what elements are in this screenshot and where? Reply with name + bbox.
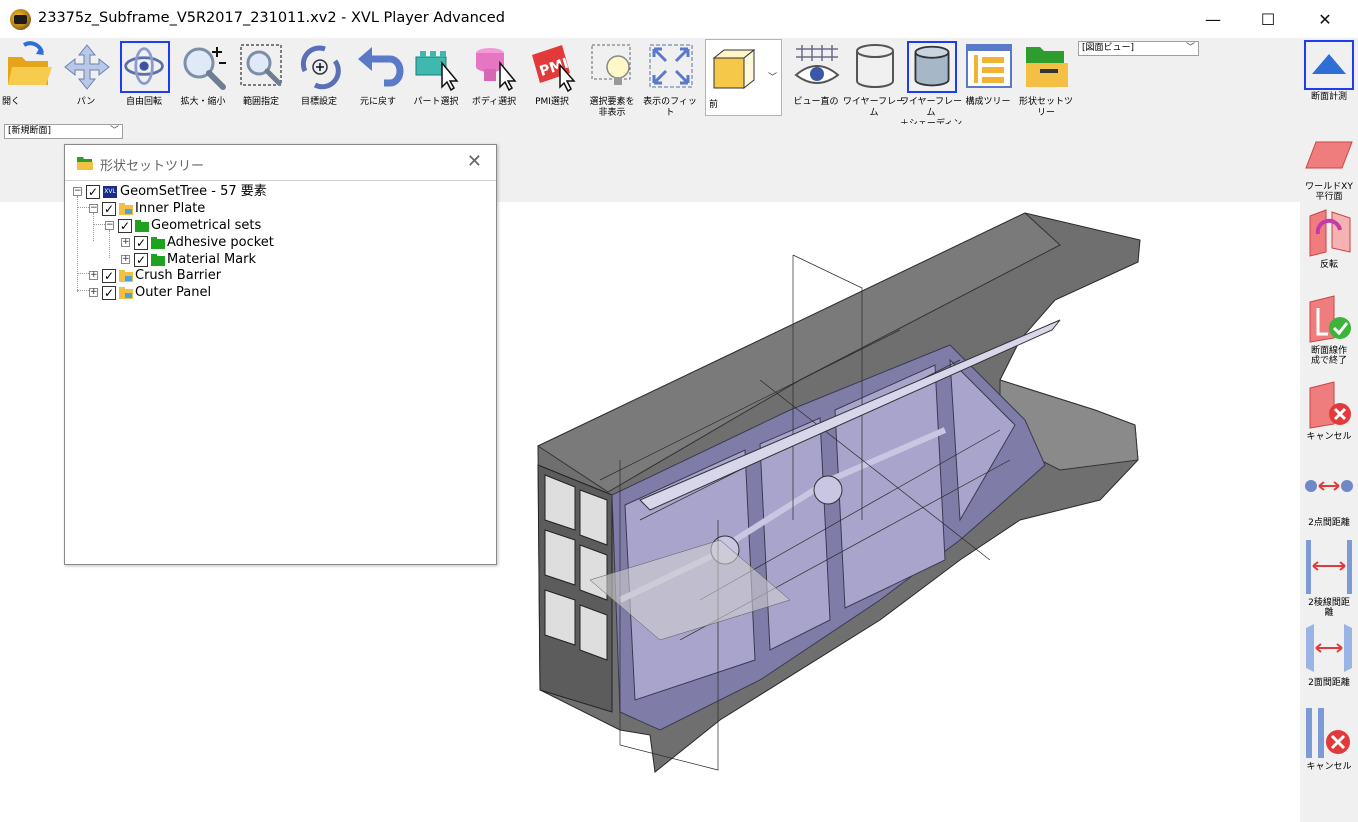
- visibility-checkbox[interactable]: ✓: [86, 185, 100, 199]
- range-magnifier-icon: [240, 44, 282, 86]
- tree-item-inner-plate[interactable]: − ✓ Inner Plate: [69, 201, 489, 217]
- visibility-checkbox[interactable]: ✓: [102, 269, 116, 283]
- shaded-cylinder-icon: [907, 41, 957, 93]
- free-rotate-button[interactable]: 自由回転: [116, 39, 172, 123]
- flip-button[interactable]: 反転: [1302, 208, 1356, 270]
- undo-arrow-icon: [358, 47, 404, 87]
- folder-open-icon: [8, 41, 52, 85]
- fit-view-icon: [649, 44, 693, 88]
- geometry-set-icon: [119, 270, 133, 282]
- wireframe-button[interactable]: ワイヤーフレーム: [843, 39, 905, 123]
- part-select-icon: [415, 51, 459, 92]
- world-xy-plane-button[interactable]: ワールドXY 平行面: [1302, 130, 1356, 202]
- maximize-button[interactable]: ☐: [1245, 0, 1291, 38]
- visibility-checkbox[interactable]: ✓: [102, 286, 116, 300]
- lightbulb-hide-icon: [591, 44, 631, 85]
- drawing-view-select[interactable]: [図面ビュー] ﹀: [1078, 41, 1199, 56]
- orbit-rotate-icon: [120, 41, 170, 93]
- two-point-distance-button[interactable]: 2点間距離: [1302, 466, 1356, 528]
- finish-section-button[interactable]: 断面線作 成で終了: [1302, 294, 1356, 366]
- up-triangle-icon: [1312, 54, 1346, 74]
- title-bar: 23375z_Subframe_V5R2017_231011.xv2 - XVL…: [0, 0, 1358, 38]
- green-folder-icon: [151, 237, 165, 249]
- eye-grid-icon: [794, 45, 840, 84]
- chevron-down-icon: ﹀: [109, 126, 119, 136]
- range-zoom-button[interactable]: 範囲指定: [233, 39, 289, 123]
- view-direction-combo[interactable]: ﹀ 前: [705, 39, 782, 116]
- visibility-checkbox[interactable]: ✓: [102, 202, 116, 216]
- shape-set-tree-button[interactable]: 形状セットツ リー: [1018, 39, 1074, 123]
- expand-toggle[interactable]: +: [89, 271, 98, 280]
- pmi-select-icon: PMI: [532, 45, 576, 93]
- xvl-document-icon: XVL: [103, 186, 117, 198]
- section-check-icon: [1309, 295, 1351, 343]
- undo-button[interactable]: 元に戻す: [350, 39, 406, 123]
- new-section-select[interactable]: [新規断面] ﹀: [4, 124, 123, 139]
- open-button[interactable]: 開く: [0, 39, 56, 123]
- measure-cancel-icon: [1306, 708, 1350, 758]
- chevron-down-icon: ﹀: [767, 73, 777, 83]
- flip-plane-icon: [1309, 209, 1351, 257]
- tree-close-button[interactable]: ✕: [467, 151, 482, 172]
- close-button[interactable]: ✕: [1302, 0, 1348, 38]
- pmi-select-button[interactable]: PMI PMI選択: [524, 39, 580, 123]
- hide-selected-button[interactable]: 選択要素を 非表示: [584, 39, 640, 123]
- minimize-button[interactable]: —: [1190, 0, 1236, 38]
- part-select-button[interactable]: パート選択: [408, 39, 464, 123]
- cancel-section-button[interactable]: キャンセル: [1302, 380, 1356, 442]
- visibility-checkbox[interactable]: ✓: [134, 253, 148, 267]
- pan-arrows-icon: [64, 44, 110, 90]
- target-rotate-icon: [300, 45, 341, 90]
- expand-toggle[interactable]: +: [121, 238, 130, 247]
- front-view-cube-icon: [712, 48, 756, 90]
- collapse-toggle[interactable]: −: [73, 187, 82, 196]
- green-folder-icon: [135, 220, 149, 232]
- collapse-toggle[interactable]: −: [89, 204, 98, 213]
- two-face-distance-button[interactable]: 2面間距離: [1302, 622, 1356, 688]
- section-cancel-icon: [1309, 381, 1351, 429]
- tree-item-geometrical-sets[interactable]: − ✓ Geometrical sets: [69, 218, 489, 234]
- xy-plane-icon: [1305, 141, 1353, 169]
- shape-set-tree: − ✓ XVL GeomSetTree - 57 要素 − ✓ Inner Pl…: [69, 182, 493, 560]
- green-folder-icon: [151, 254, 165, 266]
- body-select-icon: [476, 48, 517, 92]
- two-point-distance-icon: [1305, 480, 1353, 492]
- structure-tree-icon: [966, 44, 1012, 88]
- tree-item-crush-barrier[interactable]: + ✓ Crush Barrier: [69, 268, 489, 284]
- two-line-distance-icon: [1306, 540, 1352, 594]
- expand-toggle[interactable]: +: [89, 288, 98, 297]
- geometry-set-icon: [119, 203, 133, 215]
- window-title: 23375z_Subframe_V5R2017_231011.xv2 - XVL…: [38, 10, 505, 26]
- visibility-checkbox[interactable]: ✓: [134, 236, 148, 250]
- expand-toggle[interactable]: +: [121, 255, 130, 264]
- shape-set-folder-icon: [1026, 47, 1068, 87]
- zoom-button[interactable]: 拡大・縮小: [175, 39, 231, 123]
- tree-item-outer-panel[interactable]: + ✓ Outer Panel: [69, 285, 489, 301]
- two-face-distance-icon: [1306, 624, 1352, 672]
- tree-item-adhesive-pocket[interactable]: + ✓ Adhesive pocket: [69, 235, 489, 251]
- body-select-button[interactable]: ボディ選択: [466, 39, 522, 123]
- geometry-set-icon: [119, 287, 133, 299]
- magnifier-zoom-icon: [183, 47, 226, 90]
- xvl-app-icon: [10, 9, 31, 30]
- tree-root-node[interactable]: − ✓ XVL GeomSetTree - 57 要素: [69, 184, 489, 200]
- chevron-down-icon: ﹀: [1185, 43, 1195, 53]
- fit-view-button[interactable]: 表示のフィッ ト: [642, 39, 698, 123]
- wireframe-shading-button[interactable]: ワイヤーフレーム ＋シェーディング: [900, 39, 962, 140]
- collapse-toggle[interactable]: −: [105, 221, 114, 230]
- shape-set-tree-panel: 形状セットツリー ✕ − ✓ XVL GeomSetTree - 57 要素 −…: [64, 144, 497, 565]
- view-straight-button[interactable]: ビュー直の: [788, 39, 844, 123]
- shape-set-folder-icon: [77, 157, 93, 170]
- two-line-distance-button[interactable]: 2稜線間距 離: [1302, 538, 1356, 618]
- pan-button[interactable]: パン: [58, 39, 114, 123]
- visibility-checkbox[interactable]: ✓: [118, 219, 132, 233]
- section-tools-panel: 断面計測 ワールドXY 平行面 反転 断面線作 成で終了 キャンセル 2点間距離…: [1300, 38, 1358, 822]
- tree-item-material-mark[interactable]: + ✓ Material Mark: [69, 252, 489, 268]
- cancel-measure-button[interactable]: キャンセル: [1302, 706, 1356, 772]
- wireframe-cylinder-icon: [856, 44, 894, 88]
- tree-panel-header: 形状セットツリー ✕: [65, 145, 496, 181]
- target-set-button[interactable]: 目標設定: [291, 39, 347, 123]
- section-measure-button[interactable]: 断面計測: [1302, 40, 1356, 102]
- structure-tree-button[interactable]: 構成ツリー: [960, 39, 1016, 123]
